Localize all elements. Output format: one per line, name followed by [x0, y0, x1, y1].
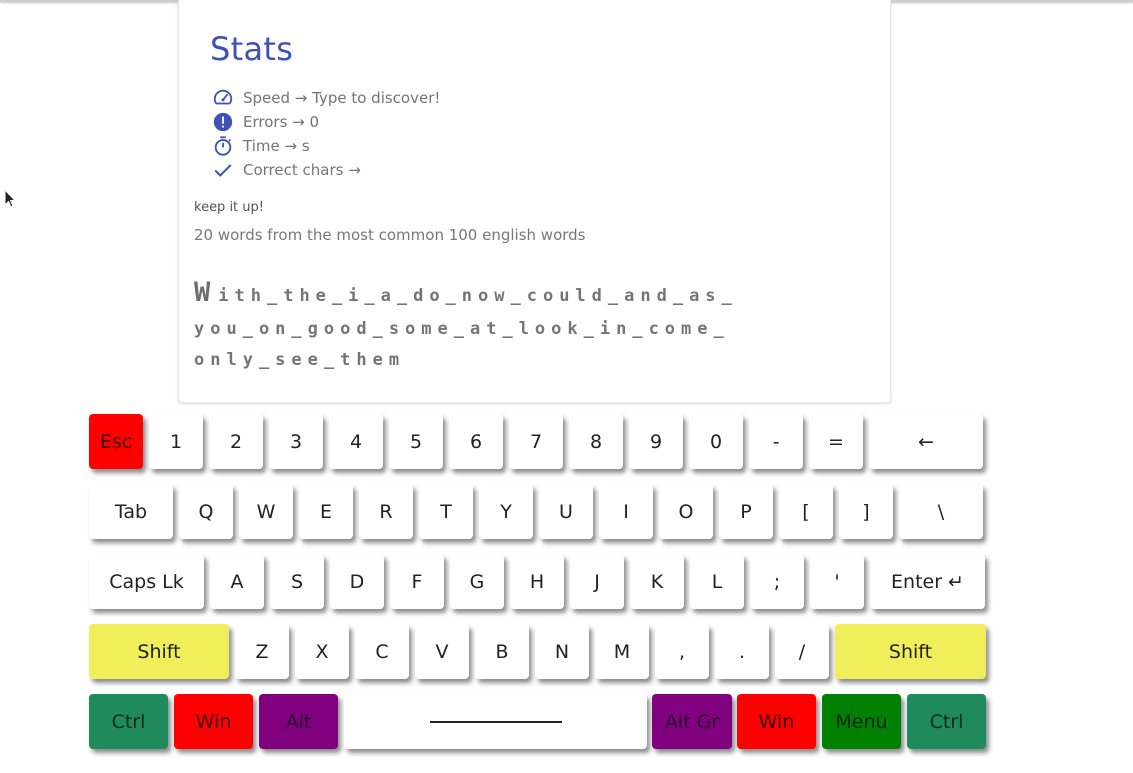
key-b[interactable]: B: [475, 624, 529, 679]
key-c[interactable]: C: [355, 624, 409, 679]
key-a[interactable]: A: [210, 554, 264, 609]
key-q[interactable]: Q: [179, 484, 233, 539]
key-left-alt[interactable]: Alt: [259, 694, 338, 749]
key-9[interactable]: 9: [629, 414, 683, 469]
key-g[interactable]: G: [450, 554, 504, 609]
mouse-pointer-icon: [4, 189, 16, 208]
speedometer-icon: [213, 89, 233, 105]
key-right-bracket[interactable]: ]: [839, 484, 893, 539]
stat-errors-label: Errors → 0: [243, 113, 320, 131]
key-p[interactable]: P: [719, 484, 773, 539]
key-i[interactable]: I: [599, 484, 653, 539]
key-h[interactable]: H: [510, 554, 564, 609]
typing-area[interactable]: With_the_i_a_do_now_could_and_as_ you_on…: [194, 272, 884, 376]
checkmark-icon: [214, 164, 232, 177]
timer-icon: [214, 136, 232, 156]
key-1[interactable]: 1: [149, 414, 203, 469]
key-5[interactable]: 5: [389, 414, 443, 469]
key-right-shift[interactable]: Shift: [835, 624, 986, 679]
key-v[interactable]: V: [415, 624, 469, 679]
stats-list: Speed → Type to discover! Errors → 0 Tim…: [212, 86, 440, 182]
key-slash[interactable]: /: [775, 624, 829, 679]
key-menu[interactable]: Menu: [822, 694, 901, 749]
stat-speed-label: Speed → Type to discover!: [243, 89, 441, 107]
key-o[interactable]: O: [659, 484, 713, 539]
key-n[interactable]: N: [535, 624, 589, 679]
key-alt-gr[interactable]: Alt Gr: [652, 694, 732, 749]
key-6[interactable]: 6: [449, 414, 503, 469]
encouragement-text: keep it up!: [194, 200, 264, 215]
key-4[interactable]: 4: [329, 414, 383, 469]
typing-line-1-rest: ith_the_i_a_do_now_could_and_as_: [218, 286, 738, 306]
key-minus[interactable]: -: [749, 414, 803, 469]
key-7[interactable]: 7: [509, 414, 563, 469]
key-left-win[interactable]: Win: [174, 694, 253, 749]
key-enter[interactable]: Enter ↵: [870, 554, 985, 609]
key-e[interactable]: E: [299, 484, 353, 539]
key-m[interactable]: M: [595, 624, 649, 679]
key-d[interactable]: D: [330, 554, 384, 609]
key-j[interactable]: J: [570, 554, 624, 609]
key-8[interactable]: 8: [569, 414, 623, 469]
key-equals[interactable]: =: [809, 414, 863, 469]
key-left-bracket[interactable]: [: [779, 484, 833, 539]
key-caps-lock[interactable]: Caps Lk: [89, 554, 204, 609]
key-s[interactable]: S: [270, 554, 324, 609]
key-left-ctrl[interactable]: Ctrl: [89, 694, 168, 749]
stat-correct-chars-label: Correct chars →: [243, 161, 361, 179]
key-comma[interactable]: ,: [655, 624, 709, 679]
key-backspace[interactable]: ←: [869, 414, 983, 469]
key-l[interactable]: L: [690, 554, 744, 609]
stat-correct-chars: Correct chars →: [212, 158, 440, 182]
key-u[interactable]: U: [539, 484, 593, 539]
stat-speed: Speed → Type to discover!: [212, 86, 440, 110]
typing-line-3: only_see_them: [194, 350, 406, 370]
key-k[interactable]: K: [630, 554, 684, 609]
key-tab[interactable]: Tab: [89, 484, 173, 539]
key-2[interactable]: 2: [209, 414, 263, 469]
typing-line-2: you_on_good_some_at_look_in_come_: [194, 319, 730, 339]
key-right-ctrl[interactable]: Ctrl: [907, 694, 986, 749]
key-space[interactable]: [344, 694, 647, 749]
key-w[interactable]: W: [239, 484, 293, 539]
key-right-win[interactable]: Win: [737, 694, 816, 749]
key-left-shift[interactable]: Shift: [89, 624, 229, 679]
key-f[interactable]: F: [390, 554, 444, 609]
key-period[interactable]: .: [715, 624, 769, 679]
key-0[interactable]: 0: [689, 414, 743, 469]
space-bar-line: [429, 720, 562, 723]
stat-errors: Errors → 0: [212, 110, 440, 134]
stat-time-label: Time → s: [243, 137, 310, 155]
key-semicolon[interactable]: ;: [750, 554, 804, 609]
typing-line-1: With_the_i_a_do_now_could_and_as_: [194, 272, 884, 314]
stats-card: Stats Speed → Type to discover! Errors →…: [178, 0, 891, 403]
error-icon: [213, 112, 233, 132]
current-character: W: [194, 277, 219, 308]
key-quote[interactable]: ': [810, 554, 864, 609]
key-r[interactable]: R: [359, 484, 413, 539]
key-esc[interactable]: Esc: [89, 414, 143, 469]
stat-time: Time → s: [212, 134, 440, 158]
key-t[interactable]: T: [419, 484, 473, 539]
key-3[interactable]: 3: [269, 414, 323, 469]
word-set-description: 20 words from the most common 100 englis…: [194, 226, 586, 244]
key-z[interactable]: Z: [235, 624, 289, 679]
stats-title: Stats: [210, 30, 294, 68]
key-backslash[interactable]: \: [899, 484, 983, 539]
key-y[interactable]: Y: [479, 484, 533, 539]
key-x[interactable]: X: [295, 624, 349, 679]
